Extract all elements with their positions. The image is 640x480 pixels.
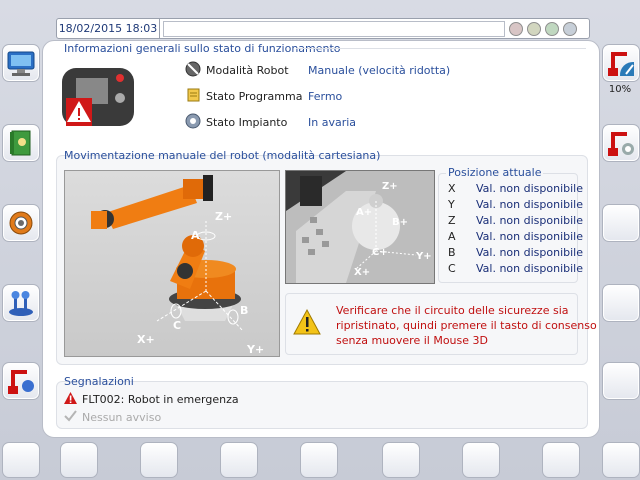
- plant-gear-icon: [185, 113, 201, 129]
- settings-button[interactable]: [2, 204, 40, 242]
- mouse-axis-label: X+: [354, 267, 371, 278]
- position-row-x: X Val. non disponibile: [448, 182, 583, 196]
- bottom-soft-button-9[interactable]: [602, 442, 640, 478]
- robot-axes-icon: [8, 370, 34, 394]
- safety-warning-line: ripristinato, quindi premere il tasto di…: [336, 319, 597, 332]
- robot-tool-icon: [608, 132, 634, 156]
- position-axis: X: [448, 182, 456, 195]
- robot-axis-label: A: [191, 229, 200, 242]
- bottom-soft-button-5[interactable]: [300, 442, 338, 478]
- general-info-divider: [296, 48, 586, 49]
- safety-warning-line: senza muovere il Mouse 3D: [336, 334, 488, 347]
- position-value: Val. non disponibile: [476, 230, 584, 243]
- position-value: Val. non disponibile: [476, 214, 584, 227]
- mouse-3d-illustration: Z+ A+ B+ C+ Y+ X+: [285, 170, 435, 284]
- position-row-b: B Val. non disponibile: [448, 246, 583, 260]
- joystick-icon: [9, 291, 33, 316]
- bottom-soft-button-7[interactable]: [462, 442, 500, 478]
- top-status-bar: 18/02/2015 18:03: [56, 18, 590, 39]
- status-led-4: [563, 22, 577, 36]
- status-text-field: [163, 21, 505, 37]
- bottom-soft-button-1[interactable]: [2, 442, 40, 478]
- robot-coordinates-button[interactable]: [2, 362, 40, 400]
- bottom-soft-button-8[interactable]: [542, 442, 580, 478]
- status-led-1: [509, 22, 523, 36]
- position-axis: B: [448, 246, 456, 259]
- robot-mode-label: Modalità Robot: [206, 64, 289, 77]
- position-row-y: Y Val. non disponibile: [448, 198, 583, 212]
- robot-image: [91, 175, 244, 332]
- position-value: Val. non disponibile: [476, 246, 584, 259]
- mouse-axis-label: C+: [372, 247, 388, 258]
- position-axis: A: [448, 230, 456, 243]
- robot-axis-label: X+: [137, 333, 155, 346]
- safety-warning-line: Verificare che il circuito delle sicurez…: [336, 304, 569, 317]
- book-icon: [10, 130, 31, 156]
- position-value: Val. non disponibile: [476, 182, 584, 195]
- status-led-3: [545, 22, 559, 36]
- position-row-z: Z Val. non disponibile: [448, 214, 583, 228]
- bottom-soft-button-4[interactable]: [220, 442, 258, 478]
- robot-illustration: Z+ A C B X+ Y+: [64, 170, 280, 357]
- mouse-axis-label: B+: [392, 217, 409, 228]
- program-state-label: Stato Programma: [206, 90, 303, 103]
- speed-gauge-icon: [608, 52, 634, 76]
- robot-mode-icon: [185, 61, 201, 77]
- robot-axis-label: C: [173, 319, 182, 332]
- position-row-c: C Val. non disponibile: [448, 262, 583, 276]
- bottom-soft-button-3[interactable]: [140, 442, 178, 478]
- position-axis: Y: [448, 198, 455, 211]
- position-value: Val. non disponibile: [476, 198, 584, 211]
- mouse-axis-label: A+: [356, 207, 373, 218]
- program-scroll-icon: [187, 88, 200, 102]
- teach-pendant-icon: [62, 68, 134, 126]
- robot-axis-label: B: [240, 304, 249, 317]
- datetime-display: 18/02/2015 18:03: [57, 19, 160, 38]
- bottom-soft-button-2[interactable]: [60, 442, 98, 478]
- alert-triangle-icon: [64, 392, 77, 404]
- right-soft-button-3[interactable]: [602, 204, 640, 242]
- message-item: FLT002: Robot in emergenza: [82, 393, 239, 406]
- mouse-axis-label: Y+: [416, 251, 432, 262]
- monitor-icon: [7, 51, 35, 76]
- position-row-a: A Val. non disponibile: [448, 230, 583, 244]
- right-soft-button-5[interactable]: [602, 362, 640, 400]
- position-value: Val. non disponibile: [476, 262, 584, 275]
- robot-tool-button[interactable]: [602, 124, 640, 162]
- robot-axis-label: Y+: [247, 343, 265, 356]
- status-led-2: [527, 22, 541, 36]
- bottom-soft-button-6[interactable]: [382, 442, 420, 478]
- manual-book-button[interactable]: [2, 124, 40, 162]
- position-axis: C: [448, 262, 456, 275]
- mouse-axis-label: Z+: [382, 181, 398, 192]
- gear-icon: [9, 211, 33, 235]
- robot-axis-label: Z+: [215, 210, 233, 223]
- position-axis: Z: [448, 214, 456, 227]
- right-soft-button-4[interactable]: [602, 284, 640, 322]
- override-value: 10%: [608, 84, 632, 95]
- messages-title: Segnalazioni: [64, 375, 134, 388]
- robot-mode-value: Manuale (velocità ridotta): [308, 64, 451, 77]
- jog-joystick-button[interactable]: [2, 284, 40, 322]
- program-state-value: Fermo: [308, 90, 343, 103]
- message-item: Nessun avviso: [82, 411, 162, 424]
- warning-triangle-icon: [293, 308, 321, 335]
- plant-state-label: Stato Impianto: [206, 116, 288, 129]
- manual-movement-title: Movimentazione manuale del robot (modali…: [64, 149, 381, 162]
- check-icon: [64, 410, 77, 422]
- monitor-button[interactable]: [2, 44, 40, 82]
- override-speed-button[interactable]: [602, 44, 640, 82]
- position-title: Posizione attuale: [446, 166, 544, 179]
- plant-state-value: In avaria: [308, 116, 357, 129]
